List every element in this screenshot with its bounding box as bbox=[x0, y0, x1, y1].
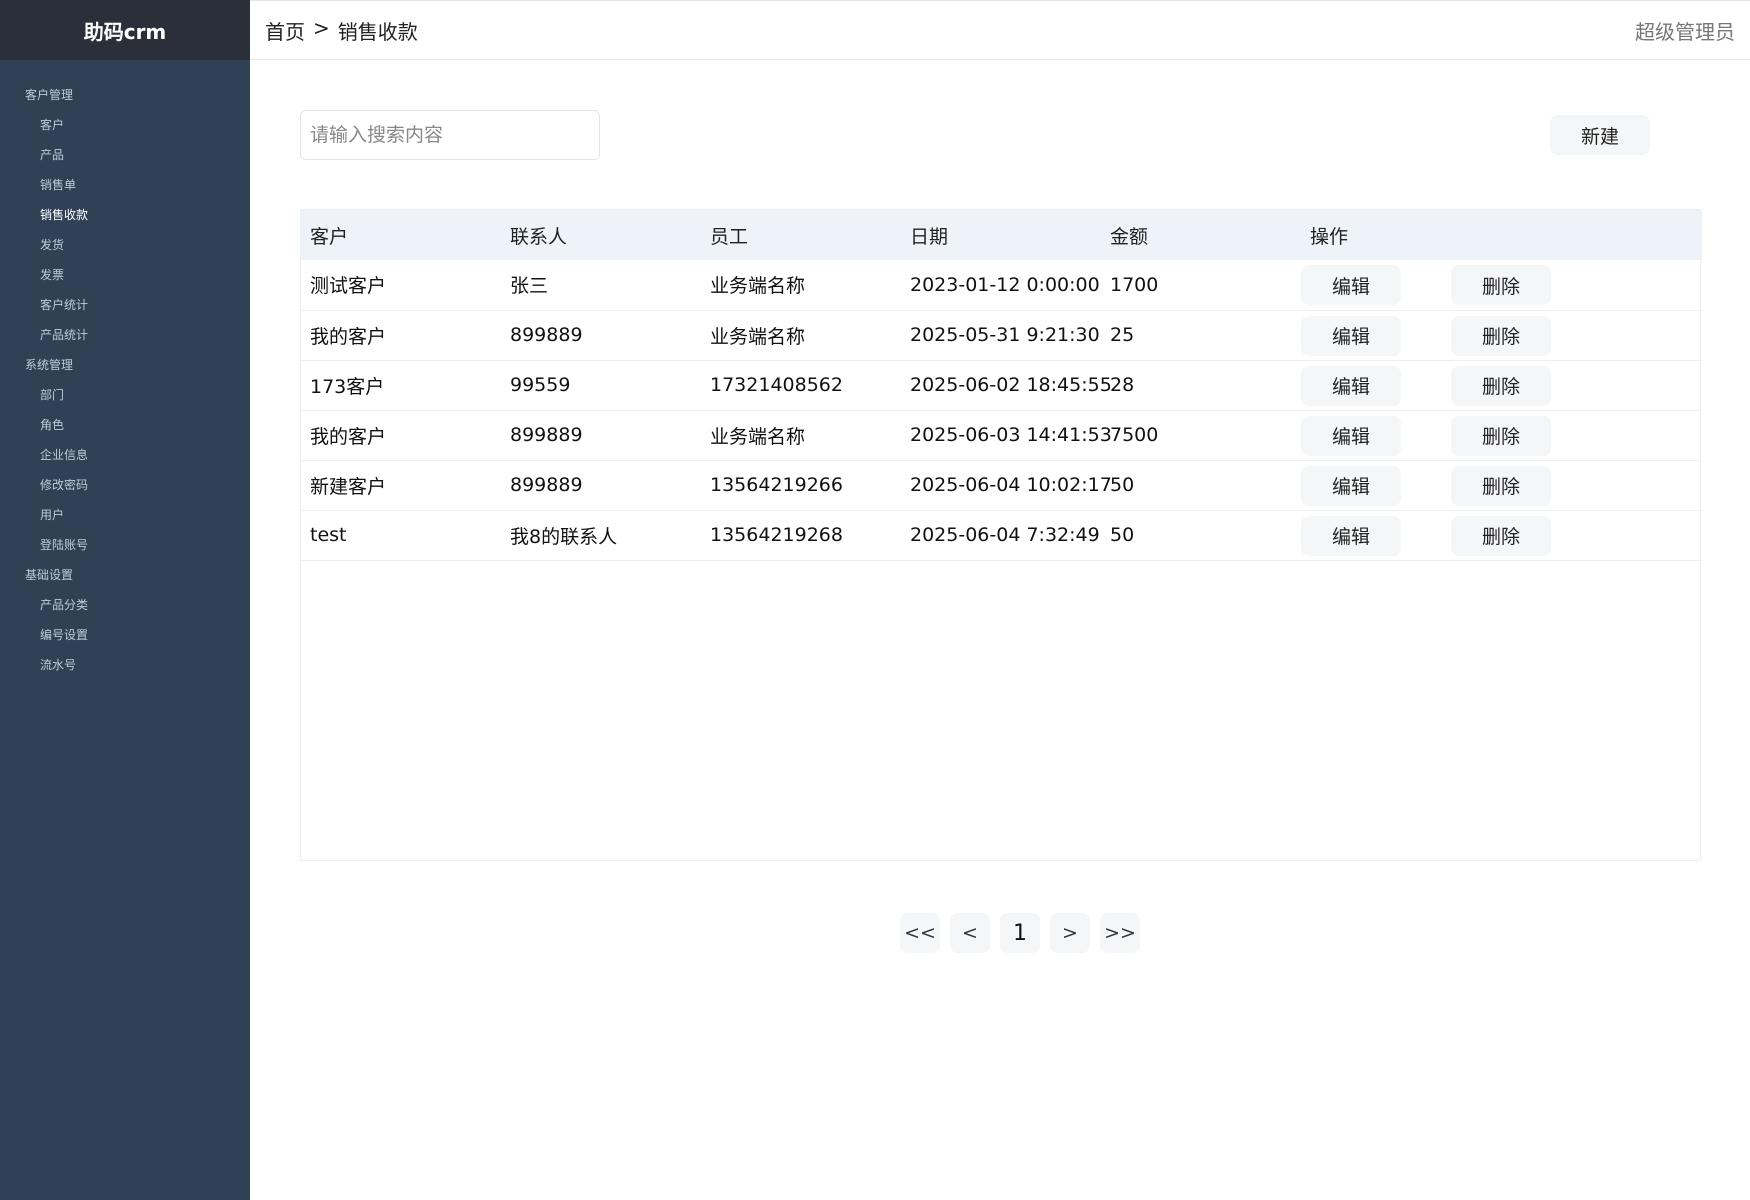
sidebar-item[interactable]: 编号设置 bbox=[0, 620, 250, 650]
employee-cell: 17321408562 bbox=[710, 374, 843, 396]
breadcrumb-current: 销售收款 bbox=[337, 19, 418, 44]
amount-cell: 50 bbox=[1110, 474, 1135, 496]
sidebar-item[interactable]: 登陆账号 bbox=[0, 530, 250, 560]
last-page-button[interactable]: >> bbox=[1100, 913, 1140, 953]
amount-cell: 25 bbox=[1110, 324, 1135, 346]
delete-button[interactable]: 删除 bbox=[1451, 315, 1551, 356]
column-header-contact: 联系人 bbox=[510, 225, 568, 248]
customer-cell: 173客户 bbox=[310, 375, 385, 398]
customer-cell: 测试客户 bbox=[310, 275, 387, 298]
sidebar-item[interactable]: 销售收款 bbox=[0, 200, 250, 230]
search-input[interactable] bbox=[300, 110, 600, 160]
sidebar-group-label: 客户管理 bbox=[25, 88, 74, 102]
employee-cell: 13564219268 bbox=[710, 524, 843, 546]
prev-page-button[interactable]: < bbox=[950, 913, 990, 953]
first-page-button[interactable]: << bbox=[900, 913, 940, 953]
sidebar-item[interactable]: 发货 bbox=[0, 230, 250, 260]
new-button[interactable]: 新建 bbox=[1550, 115, 1650, 155]
employee-cell: 业务端名称 bbox=[710, 425, 806, 448]
contact-cell: 899889 bbox=[510, 474, 583, 496]
top-bar: 首页 > 销售收款 超级管理员 bbox=[250, 0, 1750, 60]
actions-cell: 编辑 删除 bbox=[1301, 460, 1702, 510]
table-row: 测试客户 张三 业务端名称 2023-01-12 0:00:00 1700 编辑 删除 bbox=[301, 260, 1702, 310]
sidebar-item[interactable]: 产品分类 bbox=[0, 590, 250, 620]
table-header-row: 客户 联系人 员工 日期 金额 操作 bbox=[301, 210, 1702, 260]
employee-cell: 业务端名称 bbox=[710, 325, 806, 348]
column-header-amount: 金额 bbox=[1110, 225, 1149, 248]
sidebar-item[interactable]: 发票 bbox=[0, 260, 250, 290]
breadcrumb-separator: > bbox=[313, 15, 330, 40]
brand-logo: 助码crm bbox=[0, 0, 250, 60]
contact-cell: 99559 bbox=[510, 374, 571, 396]
sidebar: 助码crm 客户管理客户 产品 销售单 销售收款 发货 发票 客户统计 产品统计系统管理部门角… bbox=[0, 0, 250, 1200]
sidebar-item[interactable]: 销售单 bbox=[0, 170, 250, 200]
delete-button[interactable]: 删除 bbox=[1451, 265, 1551, 305]
sidebar-item[interactable]: 角色 bbox=[0, 410, 250, 440]
receipts-table: 客户 联系人 员工 日期 金额 操作 测试客户 张三 业务端名称 2023-01-12… bbox=[300, 209, 1702, 861]
column-header-customer: 客户 bbox=[310, 225, 349, 248]
sidebar-item[interactable]: 企业信息 bbox=[0, 440, 250, 470]
customer-cell: 我的客户 bbox=[310, 425, 387, 448]
column-header-employee: 员工 bbox=[710, 225, 749, 248]
edit-button[interactable]: 编辑 bbox=[1301, 365, 1401, 406]
sidebar-item[interactable]: 用户 bbox=[0, 500, 250, 530]
table-row: 173客户 99559 17321408562 2025-06-02 18:45:55… bbox=[301, 360, 1702, 410]
contact-cell: 张三 bbox=[510, 275, 549, 298]
actions-cell: 编辑 删除 bbox=[1301, 360, 1702, 410]
actions-cell: 编辑 删除 bbox=[1301, 410, 1702, 460]
amount-cell: 28 bbox=[1110, 374, 1135, 396]
edit-button[interactable]: 编辑 bbox=[1301, 315, 1401, 356]
actions-cell: 编辑 删除 bbox=[1301, 510, 1702, 560]
actions-cell: 编辑 删除 bbox=[1301, 260, 1702, 310]
next-page-button[interactable]: > bbox=[1050, 913, 1090, 953]
date-cell: 2023-01-12 0:00:00 bbox=[910, 273, 1100, 296]
date-cell: 2025-06-04 7:32:49 bbox=[910, 524, 1100, 546]
amount-cell: 50 bbox=[1110, 524, 1135, 546]
contact-cell: 899889 bbox=[510, 424, 583, 446]
actions-cell: 编辑 删除 bbox=[1301, 310, 1702, 360]
delete-button[interactable]: 删除 bbox=[1451, 465, 1551, 506]
sidebar-item[interactable]: 流水号 bbox=[0, 650, 250, 680]
delete-button[interactable]: 删除 bbox=[1451, 415, 1551, 456]
date-cell: 2025-06-02 18:45:55 bbox=[910, 374, 1112, 396]
sidebar-item[interactable]: 产品 bbox=[0, 140, 250, 170]
sidebar-item[interactable]: 产品统计 bbox=[0, 320, 250, 350]
breadcrumb-home[interactable]: 首页 bbox=[265, 16, 305, 45]
sidebar-group-label: 系统管理 bbox=[25, 358, 74, 372]
sidebar-item[interactable]: 部门 bbox=[0, 380, 250, 410]
breadcrumb: 首页 > 销售收款 bbox=[265, 16, 418, 45]
amount-cell: 7500 bbox=[1110, 424, 1159, 446]
column-header-actions: 操作 bbox=[1310, 225, 1349, 248]
sidebar-item[interactable]: 客户统计 bbox=[0, 290, 250, 320]
edit-button[interactable]: 编辑 bbox=[1301, 415, 1401, 456]
sidebar-item[interactable]: 修改密码 bbox=[0, 470, 250, 500]
edit-button[interactable]: 编辑 bbox=[1301, 265, 1401, 305]
table-row: 新建客户 899889 13564219266 2025-06-04 10:02:17… bbox=[301, 460, 1702, 510]
employee-cell: 业务端名称 bbox=[710, 275, 806, 298]
customer-cell: 新建客户 bbox=[310, 475, 387, 498]
delete-button[interactable]: 删除 bbox=[1451, 365, 1551, 406]
date-cell: 2025-06-04 10:02:17 bbox=[910, 474, 1112, 496]
column-header-date: 日期 bbox=[910, 225, 949, 248]
customer-cell: 我的客户 bbox=[310, 325, 387, 348]
date-cell: 2025-05-31 9:21:30 bbox=[910, 324, 1100, 346]
edit-button[interactable]: 编辑 bbox=[1301, 515, 1401, 556]
amount-cell: 1700 bbox=[1110, 273, 1159, 296]
employee-cell: 13564219266 bbox=[710, 474, 843, 496]
customer-cell: test bbox=[310, 524, 347, 546]
table-row: test 我8的联系人 13564219268 2025-06-04 7:32:49 5… bbox=[301, 510, 1702, 560]
date-cell: 2025-06-03 14:41:53 bbox=[910, 424, 1112, 446]
delete-button[interactable]: 删除 bbox=[1451, 515, 1551, 556]
contact-cell: 我8的联系人 bbox=[510, 525, 618, 548]
user-name[interactable]: 超级管理员 bbox=[1635, 16, 1735, 45]
edit-button[interactable]: 编辑 bbox=[1301, 465, 1401, 506]
contact-cell: 899889 bbox=[510, 324, 583, 346]
current-page-button[interactable]: 1 bbox=[1000, 913, 1040, 953]
table-row: 我的客户 899889 业务端名称 2025-05-31 9:21:30 25 编辑 删除 bbox=[301, 310, 1702, 360]
sidebar-menu: 客户管理客户 产品 销售单 销售收款 发货 发票 客户统计 产品统计系统管理部门 角色 企业信息修… bbox=[0, 60, 250, 680]
sidebar-item[interactable]: 客户 bbox=[0, 110, 250, 140]
table-row: 我的客户 899889 业务端名称 2025-06-03 14:41:53 7500 编辑… bbox=[301, 410, 1702, 460]
sidebar-group-label: 基础设置 bbox=[25, 568, 74, 582]
